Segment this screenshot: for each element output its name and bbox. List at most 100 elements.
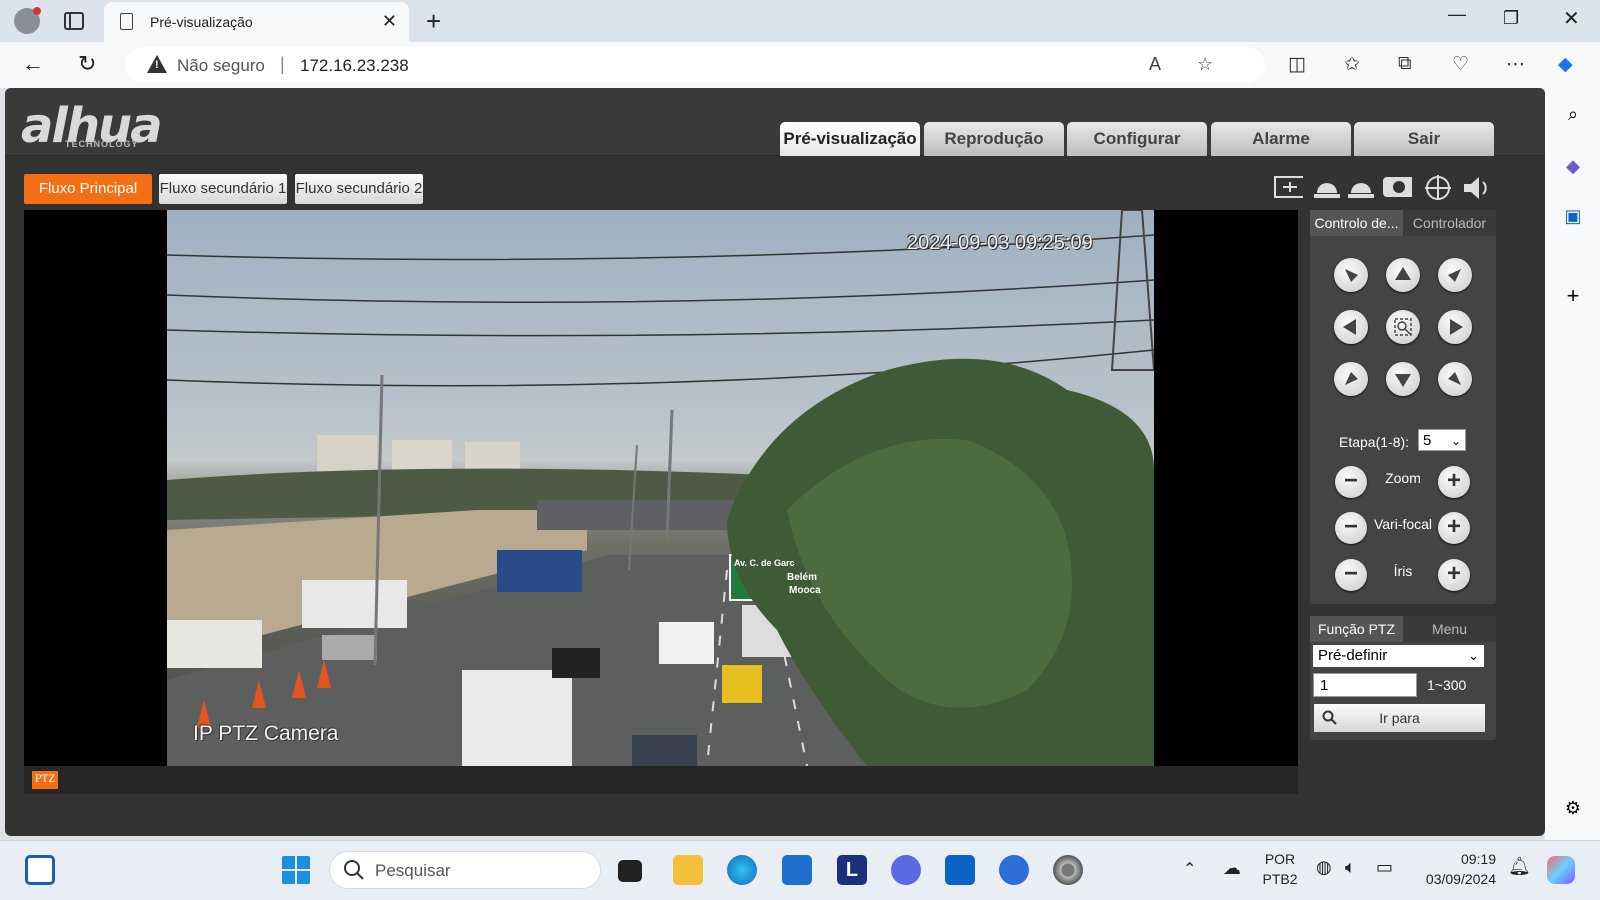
focus-label: Vari-focal [1373, 516, 1433, 532]
search-icon[interactable]: ⌕ [1561, 102, 1585, 126]
minimize-button[interactable]: — [1448, 4, 1466, 25]
alarm-light-2-icon[interactable] [1346, 174, 1376, 200]
tab-alarm[interactable]: Alarme [1211, 122, 1351, 156]
settings-icon[interactable] [1053, 855, 1083, 885]
iris-close-button[interactable]: − [1335, 559, 1367, 591]
ptz-up-right-button[interactable] [1438, 258, 1472, 292]
outlook-new-icon[interactable] [945, 855, 975, 885]
tab-logout[interactable]: Sair [1354, 122, 1494, 156]
browser-tab-active[interactable]: Pré-visualização ✕ [104, 2, 409, 42]
l-app-icon[interactable]: L [837, 855, 867, 885]
main-stream-button[interactable]: Fluxo Principal [24, 174, 152, 204]
more-options-icon[interactable]: ⋯ [1506, 53, 1525, 76]
favorite-star-icon[interactable]: ☆ [1197, 54, 1213, 75]
dahua-web-app: alhua TECHNOLOGY Pré-visualização Reprod… [5, 88, 1545, 836]
sub-stream-2-button[interactable]: Fluxo secundário 2 [295, 174, 423, 204]
language-top[interactable]: POR [1262, 851, 1298, 867]
favorites-icon[interactable]: ✩ [1344, 53, 1360, 76]
page-icon [120, 13, 133, 30]
security-label[interactable]: Não seguro [177, 56, 265, 76]
iris-open-button[interactable]: + [1438, 559, 1470, 591]
sub-stream-1-button[interactable]: Fluxo secundário 1 [159, 174, 287, 204]
copilot-icon[interactable]: ◆ [1558, 53, 1573, 76]
copilot-preview-icon[interactable] [1547, 856, 1575, 884]
collections-icon[interactable]: ⧉ [1398, 53, 1412, 75]
tab-actions-icon[interactable] [64, 12, 84, 30]
ptz-down-right-button[interactable] [1438, 362, 1472, 396]
ptz-down-button[interactable] [1386, 362, 1420, 396]
restore-button[interactable]: ❐ [1503, 8, 1519, 29]
ptz-function-select[interactable]: Pré-definir ⌄ [1313, 645, 1484, 667]
close-window-button[interactable]: ✕ [1563, 6, 1580, 31]
iris-label: Íris [1393, 563, 1413, 579]
file-explorer-icon[interactable] [673, 855, 703, 885]
preset-number-input[interactable]: 1 [1313, 673, 1417, 697]
address-bar[interactable]: Não seguro | 172.16.23.238 A ☆ [125, 47, 1265, 83]
tab-title: Pré-visualização [150, 14, 253, 30]
search-icon [344, 860, 364, 880]
focus-far-button[interactable]: + [1438, 512, 1470, 544]
tab-controller[interactable]: Controlador [1403, 210, 1496, 236]
ptz-auto-focus-button[interactable] [1386, 310, 1420, 344]
goto-preset-button[interactable]: Ir para [1314, 704, 1485, 732]
ptz-up-left-button[interactable] [1334, 258, 1368, 292]
tab-ptz-control[interactable]: Controlo de... [1310, 210, 1403, 236]
url-text[interactable]: 172.16.23.238 [300, 56, 409, 76]
widgets-icon[interactable] [25, 855, 55, 885]
zoom-in-button[interactable]: + [1438, 466, 1470, 498]
start-menu-icon[interactable] [281, 855, 311, 885]
tab-ptz-function[interactable]: Função PTZ [1310, 616, 1403, 642]
close-tab-icon[interactable]: ✕ [382, 11, 397, 32]
clock-date[interactable]: 03/09/2024 [1412, 871, 1496, 887]
clock-time[interactable]: 09:19 [1412, 851, 1496, 867]
ptz-down-left-button[interactable] [1334, 362, 1368, 396]
notification-bell-icon[interactable]: 🔔︎ [1508, 856, 1531, 877]
crosshair-icon[interactable] [1423, 174, 1453, 200]
onedrive-icon[interactable]: ☁ [1223, 858, 1241, 879]
edge-browser-icon[interactable] [727, 855, 757, 885]
language-bottom[interactable]: PTB2 [1262, 871, 1298, 887]
tab-menu[interactable]: Menu [1403, 616, 1496, 642]
fullscreen-icon[interactable] [1273, 174, 1303, 200]
zoom-out-button[interactable]: − [1335, 466, 1367, 498]
preset-range-label: 1~300 [1427, 677, 1467, 693]
warning-icon[interactable] [147, 55, 167, 73]
alarm-light-icon[interactable] [1312, 174, 1342, 200]
games-icon[interactable]: ◆ [1561, 154, 1585, 178]
ptz-left-button[interactable] [1334, 310, 1368, 344]
back-button[interactable]: ← [22, 51, 44, 77]
focus-near-button[interactable]: − [1335, 512, 1367, 544]
step-value: 5 [1423, 432, 1432, 449]
app-w-icon[interactable] [999, 855, 1029, 885]
microsoft-store-icon[interactable] [782, 855, 812, 885]
tab-preview[interactable]: Pré-visualização [780, 122, 920, 156]
profile-avatar[interactable] [14, 7, 41, 34]
task-view-icon[interactable] [618, 860, 642, 882]
tab-configure[interactable]: Configurar [1067, 122, 1207, 156]
volume-icon[interactable]: 🔈︎ [1345, 857, 1356, 878]
outlook-icon[interactable]: ▣ [1561, 204, 1585, 228]
taskbar-search[interactable]: Pesquisar [329, 851, 601, 889]
split-screen-icon[interactable]: ◫ [1288, 53, 1306, 76]
step-select[interactable]: 5 ⌄ [1418, 429, 1466, 451]
sign-line-3: Mooca [789, 585, 821, 596]
app-a-icon[interactable] [891, 855, 921, 885]
show-hidden-icons-icon[interactable]: ⌃ [1183, 859, 1196, 879]
record-icon[interactable] [1382, 174, 1412, 200]
refresh-button[interactable]: ↻ [78, 51, 96, 77]
new-tab-button[interactable]: + [426, 6, 441, 37]
add-sidebar-icon[interactable]: + [1561, 284, 1585, 308]
camera-feed[interactable]: Av. C. de Garc Belém Mooca 2024-09-03 09… [167, 210, 1154, 766]
read-aloud-icon[interactable]: A [1149, 54, 1161, 75]
ptz-right-button[interactable] [1438, 310, 1472, 344]
battery-icon[interactable]: ▭ [1376, 857, 1393, 878]
edge-sidebar: ⌕ ◆ ▣ + ⚙ [1545, 88, 1600, 840]
video-viewport[interactable]: Av. C. de Garc Belém Mooca 2024-09-03 09… [24, 210, 1298, 766]
ptz-badge[interactable]: PTZ [32, 771, 58, 789]
ptz-up-button[interactable] [1386, 258, 1420, 292]
speaker-icon[interactable] [1461, 174, 1491, 200]
tab-playback[interactable]: Reprodução [924, 122, 1064, 156]
network-globe-icon[interactable]: ◍ [1316, 857, 1332, 878]
settings-gear-icon[interactable]: ⚙ [1561, 796, 1585, 820]
browser-essentials-icon[interactable]: ♡ [1452, 53, 1469, 76]
